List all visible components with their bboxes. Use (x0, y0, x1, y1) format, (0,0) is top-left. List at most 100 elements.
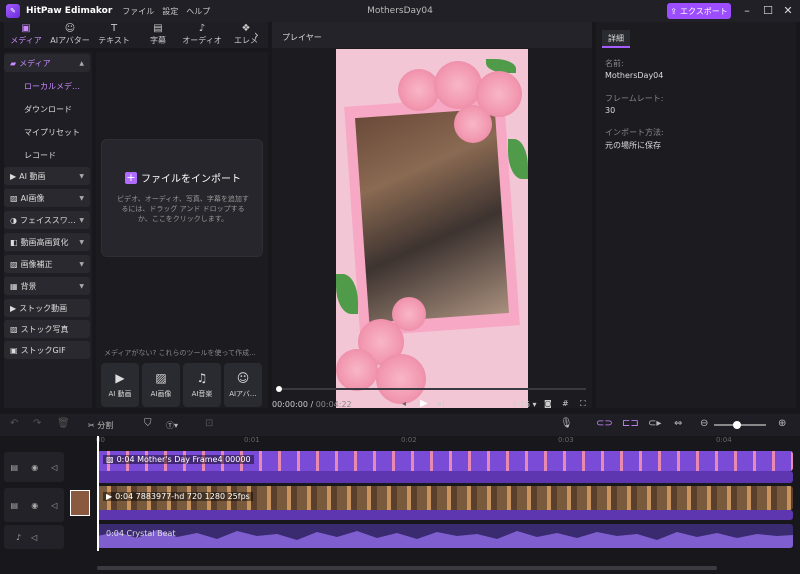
menu-help[interactable]: ヘルプ (186, 6, 210, 17)
tab-text[interactable]: T テキスト (92, 22, 136, 48)
tab-ai-avatar[interactable]: ☺ AIアバター (48, 22, 92, 48)
video-add-icon: ▶ (115, 371, 125, 385)
tab-subtitle[interactable]: ▤ 字幕 (136, 22, 180, 48)
sidebar-item-ai-image[interactable]: ▨ AI画像 ▼ (4, 189, 90, 207)
sidebar-item-upscale[interactable]: ◧ 動画高画質化 ▼ (4, 233, 90, 251)
sidebar-item-local-media[interactable]: ローカルメデ… (4, 77, 90, 95)
sidebar-item-stock-gif[interactable]: ▣ ストックGIF (4, 341, 90, 359)
gif-icon: ▣ (10, 345, 18, 355)
flower-decoration (376, 354, 426, 404)
timeline-scrollbar[interactable] (97, 566, 717, 570)
ruler-tick: 0:01 (244, 436, 260, 444)
import-method-label: インポート方法: (605, 128, 664, 137)
import-title: + ファイルをインポート (102, 170, 264, 185)
zoom-out-icon[interactable]: ⊖ (700, 418, 708, 429)
close-icon[interactable]: ✕ (781, 4, 795, 18)
player-scrubber[interactable] (278, 388, 586, 390)
image-add-icon: ▨ (155, 371, 167, 385)
music-icon: ♫ (196, 371, 208, 385)
framerate-value: 30 (605, 106, 616, 115)
ai-image-tool-button[interactable]: ▨ AI画像 (142, 363, 180, 407)
folder-icon: ▰ (10, 58, 17, 68)
tabs-next-icon[interactable]: › (254, 28, 259, 42)
audio-icon: ♪ (198, 23, 206, 34)
overlay-clip[interactable]: ▨ 0:04 Mother's Day Frame4 00000 (97, 451, 793, 471)
prev-frame-icon[interactable]: ◂ (402, 399, 406, 408)
sidebar-item-stock-video[interactable]: ▶ ストック動画 (4, 299, 90, 317)
sidebar-item-download[interactable]: ダウンロード (4, 100, 90, 118)
eye-icon[interactable]: ◉ (31, 463, 38, 472)
element-icon: ❖ (241, 23, 251, 34)
delete-icon[interactable]: 🗑 (57, 418, 70, 429)
grid-icon[interactable]: # (562, 399, 569, 408)
aspect-label: 9:16 (512, 400, 530, 409)
speaker-icon[interactable]: ◁ (31, 533, 37, 542)
ruler-tick: 0:02 (401, 436, 417, 444)
play-icon[interactable]: ▶ (420, 398, 428, 409)
playhead[interactable] (97, 436, 99, 551)
fullscreen-icon[interactable]: ⛶ (580, 399, 586, 409)
menu-settings[interactable]: 設定 (162, 6, 178, 17)
leaf-decoration (336, 274, 358, 314)
import-dropzone[interactable]: + ファイルをインポート ビデオ、オーディオ、写真、字幕を追加するには、ドラッグ … (101, 139, 263, 257)
zoom-in-icon[interactable]: ⊕ (778, 418, 786, 429)
speaker-icon[interactable]: ◁ (51, 501, 57, 510)
export-icon: ⇪ (670, 6, 677, 16)
sidebar-item-image-correct[interactable]: ▨ 画像補正 ▼ (4, 255, 90, 273)
tab-audio[interactable]: ♪ オーディオ (180, 22, 224, 48)
sidebar-item-presets[interactable]: マイプリセット (4, 123, 90, 141)
snap-icon[interactable]: ⊏⊐ (622, 418, 639, 429)
maximize-icon[interactable]: ☐ (761, 4, 775, 18)
link-icon[interactable]: ⊂⊃ (596, 418, 613, 429)
undo-icon[interactable]: ↶ (10, 418, 18, 429)
microphone-icon[interactable]: 🎙 (560, 418, 573, 429)
clip-name: 0:04 Mother's Day Frame4 00000 (116, 455, 251, 464)
minimize-icon[interactable]: – (740, 4, 754, 18)
speaker-icon[interactable]: ◁ (51, 463, 57, 472)
sidebar-item-media[interactable]: ▰ メディア ▲ (4, 54, 90, 72)
sidebar-item-label: 画像補正 (20, 259, 53, 269)
subtitle-icon: ▤ (153, 23, 163, 34)
tool-label: AIアバ… (229, 390, 257, 398)
tab-details[interactable]: 詳細 (602, 30, 630, 48)
track-lock-icon[interactable]: ▤ (11, 501, 19, 510)
track-lock-icon[interactable]: ▤ (11, 463, 19, 472)
video-clip[interactable]: ▶ 0:04 7883977-hd 720 1280 25fps (97, 486, 793, 510)
sidebar-item-background[interactable]: ▦ 背景 ▼ (4, 277, 90, 295)
sidebar-item-label: ストックGIF (20, 345, 66, 355)
sidebar-item-record[interactable]: レコード (4, 146, 90, 164)
redo-icon[interactable]: ↷ (33, 418, 41, 429)
scrubber-handle[interactable] (276, 386, 282, 392)
audio-clip[interactable]: 0:04 Crystal Beat (97, 524, 793, 548)
trim-icon[interactable]: ⊂▸ (648, 418, 661, 429)
tab-media[interactable]: ▣ メディア (4, 22, 48, 48)
sidebar-item-stock-photo[interactable]: ▨ ストック写真 (4, 320, 90, 338)
fit-icon[interactable]: ⇔ (674, 418, 682, 429)
aspect-ratio-select[interactable]: 9:16 ▾ (512, 400, 537, 409)
sidebar-item-face-swap[interactable]: ◑ フェイススワ… ▼ (4, 211, 90, 229)
chevron-down-icon: ▼ (79, 216, 84, 224)
ai-music-tool-button[interactable]: ♫ AI音楽 (183, 363, 221, 407)
video-preview[interactable] (336, 49, 528, 408)
split-label: 分割 (97, 421, 114, 430)
ai-video-tool-button[interactable]: ▶ AI 動画 (101, 363, 139, 407)
chevron-up-icon: ▲ (79, 59, 84, 67)
text-tool-icon[interactable]: Ⓣ▾ (166, 420, 178, 431)
crop-icon[interactable]: ⊡ (205, 418, 213, 429)
export-button[interactable]: ⇪ エクスポート (667, 3, 731, 19)
sidebar-item-label: メディア (19, 58, 51, 68)
sidebar-item-ai-video[interactable]: ▶ AI 動画 ▼ (4, 167, 90, 185)
shield-icon[interactable]: ⛉ (144, 418, 152, 429)
clip-label: ▨ 0:04 Mother's Day Frame4 00000 (103, 455, 254, 464)
zoom-slider-handle[interactable] (733, 421, 741, 429)
tab-label: オーディオ (182, 36, 222, 45)
player-panel: プレイヤー 00:00:00 / 00:04:22 ◂ ▶ ▸| 9:16 ▾ … (272, 22, 592, 409)
menu-file[interactable]: ファイル (122, 6, 154, 17)
split-button[interactable]: ✂ 分割 (88, 420, 113, 431)
next-frame-icon[interactable]: ▸| (438, 399, 445, 408)
framerate-label: フレームレート: (605, 94, 664, 103)
ai-avatar-tool-button[interactable]: ☺ AIアバ… (224, 363, 262, 407)
tab-element[interactable]: ❖ エレメ (224, 22, 268, 48)
eye-icon[interactable]: ◉ (31, 501, 38, 510)
snapshot-icon[interactable]: ◙ (544, 399, 552, 408)
